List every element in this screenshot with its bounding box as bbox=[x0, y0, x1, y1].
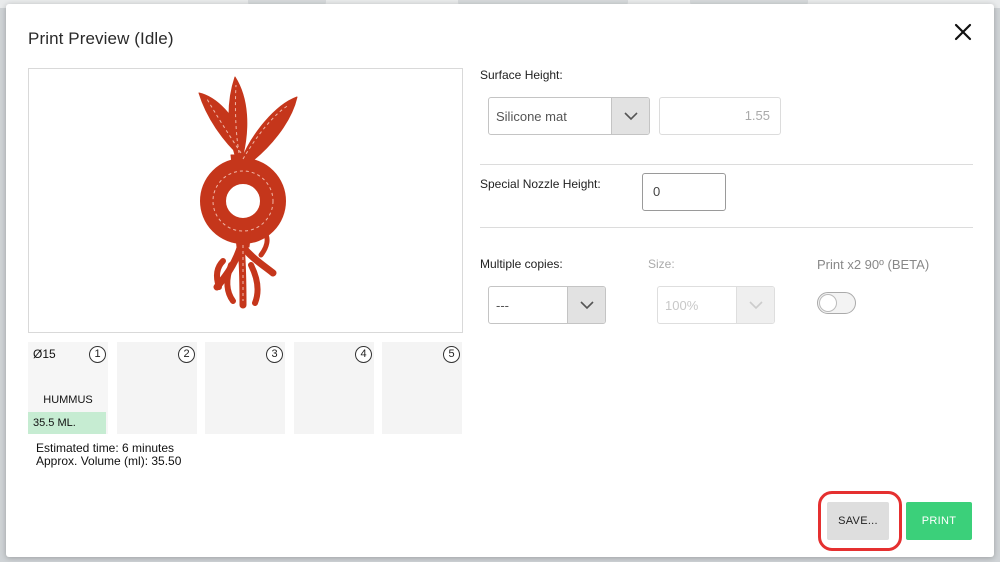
slot-number: 1 bbox=[89, 346, 106, 363]
slot-5[interactable]: 5 bbox=[382, 342, 462, 434]
chevron-down-icon bbox=[580, 301, 594, 310]
nozzle-height-input[interactable]: 0 bbox=[642, 173, 726, 211]
surface-type-value: Silicone mat bbox=[496, 109, 567, 124]
size-select[interactable]: 100% bbox=[657, 286, 775, 324]
slot-number: 2 bbox=[178, 346, 195, 363]
slot-3[interactable]: 3 bbox=[205, 342, 285, 434]
beet-drawing bbox=[198, 76, 298, 309]
print-preview-canvas bbox=[28, 68, 463, 333]
print-button[interactable]: PRINT bbox=[906, 502, 972, 540]
approx-volume: Approx. Volume (ml): 35.50 bbox=[36, 454, 182, 468]
rotate-print-label: Print x2 90º (BETA) bbox=[817, 257, 930, 272]
dropdown-arrow bbox=[736, 287, 774, 323]
size-value: 100% bbox=[665, 298, 699, 313]
print-estimate: Estimated time: 6 minutes Approx. Volume… bbox=[36, 442, 181, 468]
surface-height-input[interactable]: 1.55 bbox=[659, 97, 781, 135]
multiple-copies-select[interactable]: --- bbox=[488, 286, 606, 324]
multiple-copies-value: --- bbox=[496, 298, 509, 313]
dropdown-arrow bbox=[567, 287, 605, 323]
print-preview-modal: Print Preview (Idle) Ø15 1 HUMMUS 35.5 M… bbox=[6, 4, 994, 557]
dropdown-arrow bbox=[611, 98, 649, 134]
slot-1[interactable]: Ø15 1 HUMMUS 35.5 ML. bbox=[28, 342, 108, 434]
slot-number: 5 bbox=[443, 346, 460, 363]
size-label: Size: bbox=[648, 257, 675, 271]
nozzle-height-label: Special Nozzle Height: bbox=[480, 177, 601, 191]
surface-type-select[interactable]: Silicone mat bbox=[488, 97, 650, 135]
modal-title: Print Preview (Idle) bbox=[28, 29, 174, 48]
rotate-print-toggle[interactable] bbox=[817, 292, 856, 314]
slot-volume: 35.5 ML. bbox=[28, 412, 106, 434]
divider bbox=[480, 227, 973, 228]
save-button[interactable]: SAVE... bbox=[827, 502, 889, 540]
chevron-down-icon bbox=[624, 112, 638, 121]
multiple-copies-label: Multiple copies: bbox=[480, 257, 563, 271]
slot-nozzle-size: Ø15 bbox=[33, 347, 56, 361]
chevron-down-icon bbox=[749, 301, 763, 310]
slot-number: 4 bbox=[355, 346, 372, 363]
slot-number: 3 bbox=[266, 346, 283, 363]
close-icon bbox=[954, 23, 972, 41]
slot-2[interactable]: 2 bbox=[117, 342, 197, 434]
slot-4[interactable]: 4 bbox=[294, 342, 374, 434]
toggle-knob bbox=[819, 294, 837, 312]
divider bbox=[480, 164, 973, 165]
close-button[interactable] bbox=[950, 19, 976, 45]
slot-ingredient-name: HUMMUS bbox=[43, 394, 93, 406]
surface-height-label: Surface Height: bbox=[480, 68, 563, 82]
